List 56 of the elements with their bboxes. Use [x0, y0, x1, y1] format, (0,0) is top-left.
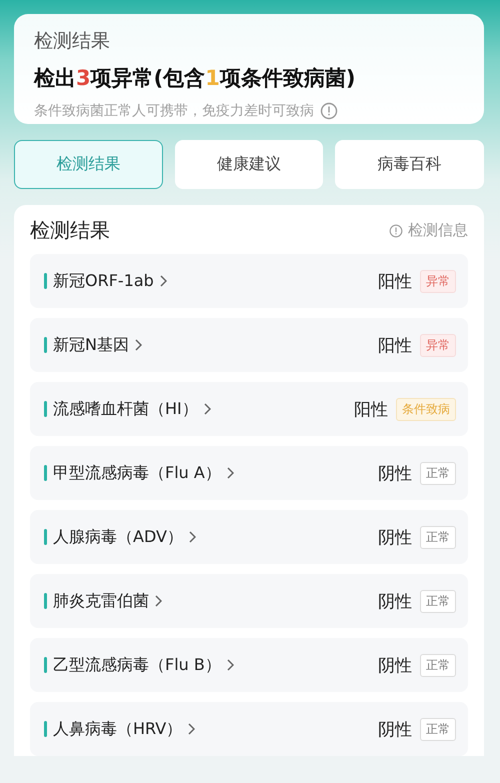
result-row[interactable]: 新冠N基因 阳性 异常	[30, 318, 468, 372]
chevron-icon	[134, 339, 142, 351]
summary-title: 检测结果	[34, 29, 111, 54]
note-text: 条件致病菌正常人可携带，免疫力差时可致病	[34, 102, 314, 120]
test-name[interactable]: 人腺病毒（ADV）	[53, 526, 196, 548]
accent-bar	[44, 465, 47, 481]
tab[interactable]: 病毒百科	[335, 140, 484, 189]
accent-bar	[44, 529, 47, 545]
status-tag: 正常	[420, 718, 456, 740]
result-row[interactable]: 新冠ORF-1ab 阳性 异常	[30, 254, 468, 308]
test-name[interactable]: 乙型流感病毒（Flu B）	[53, 654, 234, 676]
test-name[interactable]: 人鼻病毒（HRV）	[53, 718, 196, 740]
result-status: 阴性	[378, 718, 412, 740]
result-row[interactable]: 肺炎克雷伯菌 阴性 正常	[30, 574, 468, 628]
status-tag: 异常	[420, 270, 456, 292]
result-status: 阴性	[378, 654, 412, 676]
status-tag: 正常	[420, 590, 456, 612]
result-status: 阴性	[378, 462, 412, 484]
result-status: 阴性	[378, 590, 412, 612]
accent-bar	[44, 657, 47, 673]
result-row[interactable]: 甲型流感病毒（Flu A） 阴性 正常	[30, 446, 468, 500]
info-icon	[389, 224, 403, 238]
accent-bar	[44, 401, 47, 417]
info-icon	[320, 102, 338, 120]
section-title: 检测结果	[30, 217, 110, 244]
result-row[interactable]: 人鼻病毒（HRV） 阴性 正常	[30, 702, 468, 756]
chevron-icon	[188, 531, 196, 543]
test-name[interactable]: 肺炎克雷伯菌	[53, 590, 162, 612]
test-name[interactable]: 流感嗜血杆菌（HI）	[53, 398, 211, 420]
test-name[interactable]: 新冠ORF-1ab	[53, 270, 167, 292]
chevron-icon	[226, 467, 234, 479]
status-tag: 异常	[420, 334, 456, 356]
result-status: 阴性	[378, 526, 412, 548]
chevron-icon	[155, 595, 162, 607]
accent-bar	[44, 337, 47, 353]
result-row[interactable]: 流感嗜血杆菌（HI） 阳性 条件致病	[30, 382, 468, 436]
accent-bar	[44, 721, 47, 737]
status-tag: 正常	[420, 526, 456, 548]
result-row[interactable]: 人腺病毒（ADV） 阴性 正常	[30, 510, 468, 564]
accent-bar	[44, 593, 47, 609]
result-row[interactable]: 乙型流感病毒（Flu B） 阴性 正常	[30, 638, 468, 692]
chevron-icon	[204, 403, 211, 415]
chevron-icon	[160, 275, 167, 287]
chevron-icon	[188, 723, 196, 735]
tab[interactable]: 健康建议	[174, 140, 324, 189]
test-name[interactable]: 甲型流感病毒（Flu A）	[53, 462, 234, 484]
chevron-icon	[226, 659, 234, 671]
result-status: 阳性	[378, 270, 412, 292]
accent-bar	[44, 273, 47, 289]
status-tag: 正常	[420, 462, 456, 484]
result-status: 阳性	[378, 334, 412, 356]
result-status: 阳性	[354, 398, 388, 420]
status-tag: 正常	[420, 654, 456, 676]
test-name[interactable]: 新冠N基因	[53, 334, 142, 356]
status-tag: 条件致病	[396, 398, 456, 420]
result-headline: 检出3项异常(包含1项条件致病菌)	[34, 65, 356, 92]
